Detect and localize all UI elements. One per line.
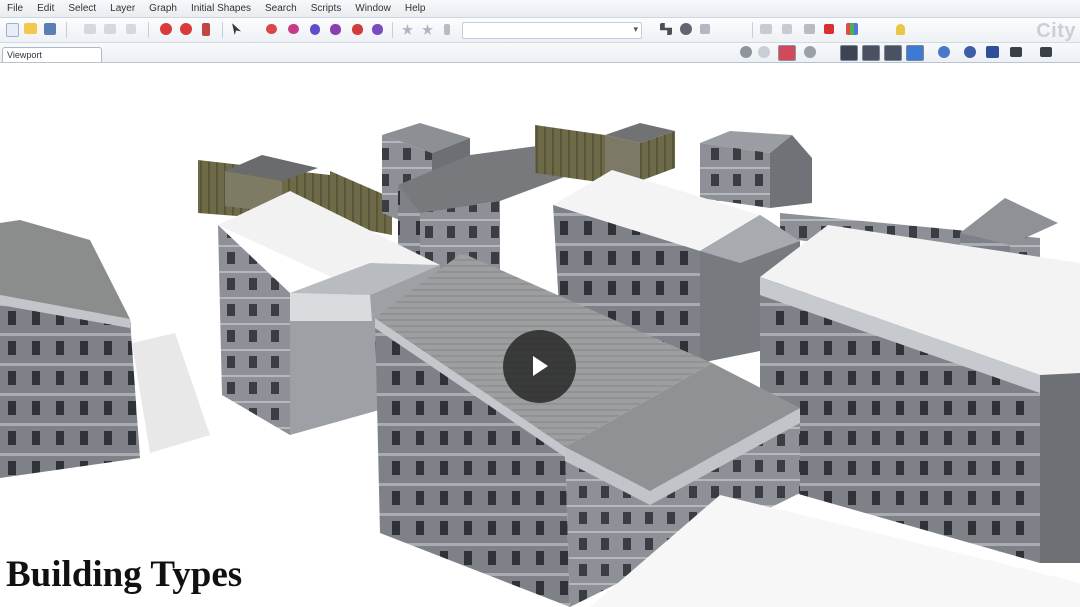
save-icon[interactable]: [44, 23, 56, 35]
view-mode-1-icon[interactable]: [840, 45, 858, 61]
menu-file[interactable]: File: [0, 0, 30, 17]
fence-back: [535, 123, 675, 183]
lighting-icon[interactable]: [804, 46, 816, 58]
play-button[interactable]: [503, 330, 576, 403]
bookmark-icon[interactable]: [1010, 47, 1022, 57]
menu-select[interactable]: Select: [61, 0, 103, 17]
paint-blue-icon[interactable]: [310, 24, 320, 35]
tab-viewport[interactable]: Viewport: [2, 47, 102, 62]
split-shape-icon[interactable]: [202, 23, 210, 36]
shading-gray-icon[interactable]: [740, 46, 752, 58]
toolbar-separator: [222, 22, 223, 38]
undo-icon[interactable]: [84, 24, 96, 34]
paint-red2-icon[interactable]: [352, 24, 363, 35]
tool-gray-icon[interactable]: [700, 24, 710, 34]
select-arrow-icon[interactable]: [232, 23, 241, 35]
menu-scripts[interactable]: Scripts: [304, 0, 349, 17]
cut-icon[interactable]: [126, 24, 136, 34]
layers-icon[interactable]: [964, 46, 976, 58]
new-file-icon[interactable]: [6, 23, 19, 37]
toolbar-separator: [752, 22, 753, 38]
lightbulb-icon[interactable]: [896, 24, 905, 35]
rotate-icon[interactable]: [680, 23, 692, 35]
paint-purple-icon[interactable]: [330, 24, 341, 35]
network-icon[interactable]: [660, 23, 672, 35]
search-combo[interactable]: ▾: [462, 22, 642, 39]
toolbar-separator: [392, 22, 393, 38]
tab-viewport-label: Viewport: [7, 50, 42, 60]
redo-icon[interactable]: [104, 24, 116, 34]
video-caption: Building Types: [6, 554, 243, 595]
grid-multi-icon[interactable]: [846, 23, 858, 35]
chevron-down-icon: ▾: [633, 24, 638, 34]
app-brand: City: [1036, 20, 1076, 42]
menu-initial-shapes[interactable]: Initial Shapes: [184, 0, 258, 17]
toolbar-separator: [148, 22, 149, 38]
view-mode-2-icon[interactable]: [862, 45, 880, 61]
building-left: [0, 220, 210, 478]
add-shape-icon[interactable]: [160, 23, 172, 35]
camera-icon[interactable]: [760, 24, 772, 34]
stop-red-icon[interactable]: [824, 24, 834, 34]
star-tool-icon[interactable]: [402, 24, 413, 35]
textured-icon[interactable]: [778, 45, 796, 61]
star-tool2-icon[interactable]: [422, 24, 433, 35]
light-icon[interactable]: [782, 24, 792, 34]
menu-edit[interactable]: Edit: [30, 0, 61, 17]
pin-tool-icon[interactable]: [444, 24, 450, 35]
view-mode-3-icon[interactable]: [884, 45, 902, 61]
globe-icon[interactable]: [938, 46, 950, 58]
viewport-toolbar: [0, 43, 1080, 63]
menu-layer[interactable]: Layer: [103, 0, 142, 17]
menu-search[interactable]: Search: [258, 0, 304, 17]
toolbar-separator: [66, 22, 67, 38]
map-icon[interactable]: [986, 46, 999, 58]
wireframe-icon[interactable]: [758, 46, 770, 58]
main-toolbar: ▾ City: [0, 18, 1080, 43]
options-icon[interactable]: [1040, 47, 1052, 57]
menu-window[interactable]: Window: [348, 0, 398, 17]
view-mode-4-icon[interactable]: [906, 45, 924, 61]
menu-help[interactable]: Help: [398, 0, 433, 17]
render-icon[interactable]: [804, 24, 815, 34]
3d-viewport[interactable]: [0, 63, 1080, 607]
paint-red-icon[interactable]: [266, 24, 277, 34]
move-shape-icon[interactable]: [180, 23, 192, 35]
play-icon: [533, 356, 548, 376]
building-right: [760, 225, 1080, 563]
paint-violet-icon[interactable]: [372, 24, 383, 35]
paint-magenta-icon[interactable]: [288, 24, 299, 34]
menu-bar: File Edit Select Layer Graph Initial Sha…: [0, 0, 1080, 18]
menu-graph[interactable]: Graph: [142, 0, 184, 17]
open-folder-icon[interactable]: [24, 23, 37, 34]
